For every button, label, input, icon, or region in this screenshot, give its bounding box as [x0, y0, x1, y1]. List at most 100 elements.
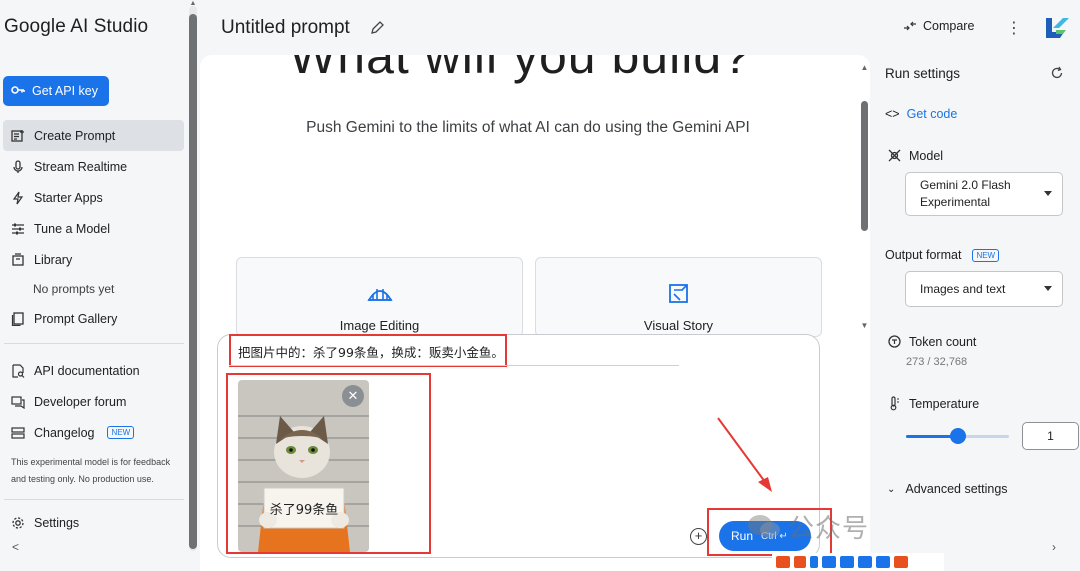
- brand-title: Google AI Studio: [4, 16, 149, 37]
- model-select[interactable]: Gemini 2.0 Flash Experimental: [905, 172, 1063, 216]
- advanced-settings-label: Advanced settings: [905, 482, 1008, 496]
- token-count-value: 273 / 32,768: [906, 356, 968, 368]
- output-format-value: Images and text: [920, 282, 1006, 296]
- sidebar-item-label: API documentation: [34, 363, 140, 378]
- token-count-label: Token count: [887, 334, 976, 349]
- hero-subheading: Push Gemini to the limits of what AI can…: [306, 119, 750, 136]
- collapse-sidebar-button[interactable]: <: [12, 540, 19, 554]
- ime-chinese-icon: [794, 556, 806, 568]
- sidebar-item-tune-model[interactable]: Tune a Model: [3, 213, 184, 244]
- visual-story-icon: [668, 284, 688, 303]
- ime-toolbar: [772, 553, 944, 571]
- sidebar-divider: [4, 343, 184, 344]
- main-scrollbar[interactable]: ▲ ▼: [860, 63, 869, 333]
- sidebar-scrollbar[interactable]: ▲: [189, 0, 197, 551]
- sidebar-item-label: Create Prompt: [34, 128, 116, 143]
- add-media-button[interactable]: +: [690, 528, 707, 545]
- model-label-text: Model: [909, 148, 944, 163]
- token-count-label-text: Token count: [909, 334, 977, 349]
- temperature-label: Temperature: [887, 396, 979, 411]
- prompt-title[interactable]: Untitled prompt: [221, 17, 350, 39]
- temperature-slider-thumb[interactable]: [949, 428, 966, 444]
- new-badge: NEW: [972, 248, 1000, 262]
- app-root: Google AI Studio Get API key Create Prom…: [0, 0, 1080, 571]
- model-name-line1: Gemini 2.0 Flash: [920, 178, 1011, 192]
- collapse-panel-chevron-icon[interactable]: ›: [1052, 540, 1056, 554]
- prompt-underline: [229, 365, 679, 366]
- sidebar-item-developer-forum[interactable]: Developer forum: [3, 386, 184, 417]
- no-prompts-text: No prompts yet: [33, 282, 115, 296]
- hero-heading: What will you build?: [289, 55, 751, 84]
- output-format-select[interactable]: Images and text: [905, 271, 1063, 307]
- model-name-line2: Experimental: [920, 195, 991, 209]
- gallery-icon: [11, 311, 25, 326]
- get-api-key-button[interactable]: Get API key: [3, 76, 109, 106]
- sidebar-item-label: Library: [34, 252, 73, 267]
- ime-apps-icon: [876, 556, 890, 568]
- create-prompt-icon: [11, 129, 25, 143]
- gear-icon: [11, 516, 25, 530]
- ime-logo-icon: [776, 556, 790, 568]
- sidebar-item-api-documentation[interactable]: API documentation: [3, 355, 184, 386]
- more-options-icon[interactable]: ⋮: [1006, 18, 1022, 38]
- thermometer-icon: [890, 396, 899, 411]
- get-code-link[interactable]: <> Get code: [885, 107, 957, 121]
- sidebar-divider: [4, 499, 184, 500]
- sidebar-item-library[interactable]: Library: [3, 244, 184, 275]
- image-editing-icon: [366, 289, 393, 301]
- sidebar-item-stream-realtime[interactable]: Stream Realtime: [3, 151, 184, 182]
- temperature-slider[interactable]: [906, 428, 1009, 444]
- get-code-label: Get code: [906, 107, 958, 121]
- sidebar-item-starter-apps[interactable]: Starter Apps: [3, 182, 184, 213]
- forum-icon: [11, 395, 25, 409]
- library-icon: [11, 252, 25, 267]
- compare-label: Compare: [923, 19, 975, 33]
- run-settings-title: Run settings: [885, 66, 961, 81]
- ime-punct-icon: [810, 556, 818, 568]
- bolt-icon: [11, 191, 25, 205]
- sidebar-scroll-thumb[interactable]: [189, 14, 197, 549]
- chevron-down-icon: ⌄: [887, 483, 896, 495]
- model-label: Model: [887, 148, 943, 163]
- model-icon: [888, 149, 901, 162]
- doc-search-icon: [11, 363, 25, 378]
- card-visual-story[interactable]: Visual Story: [535, 257, 822, 337]
- sidebar-item-label: Tune a Model: [34, 221, 110, 236]
- sidebar-item-label: Settings: [34, 515, 80, 530]
- disclaimer-text: This experimental model is for feedback …: [11, 457, 171, 484]
- scroll-up-arrow-icon[interactable]: ▲: [189, 0, 197, 7]
- model-select-value: Gemini 2.0 Flash Experimental: [920, 177, 1011, 211]
- output-format-label: Output format NEW: [885, 248, 1000, 262]
- chevron-down-icon: [1044, 191, 1052, 196]
- scroll-down-arrow-icon[interactable]: ▼: [860, 321, 869, 330]
- card-label: Image Editing: [339, 318, 420, 333]
- sidebar-item-create-prompt[interactable]: Create Prompt: [3, 120, 184, 151]
- pencil-icon[interactable]: [369, 20, 385, 36]
- chevron-down-icon: [1044, 286, 1052, 291]
- advanced-settings-toggle[interactable]: ⌄ Advanced settings: [887, 482, 1008, 496]
- temperature-input[interactable]: 1: [1022, 422, 1079, 450]
- highlight-box-attached-image: [226, 373, 431, 554]
- sidebar-item-prompt-gallery[interactable]: Prompt Gallery: [3, 303, 184, 334]
- account-logo-icon[interactable]: [1042, 14, 1070, 42]
- compare-button[interactable]: Compare: [903, 19, 974, 33]
- ime-skin-icon: [858, 556, 872, 568]
- ime-mic-icon: [822, 556, 836, 568]
- scroll-up-arrow-icon[interactable]: ▲: [860, 63, 869, 72]
- card-image-editing[interactable]: Image Editing: [236, 257, 523, 337]
- get-api-key-label: Get API key: [32, 84, 99, 98]
- main-scroll-thumb[interactable]: [861, 101, 868, 231]
- output-format-label-text: Output format: [885, 248, 962, 262]
- ime-keyboard-icon: [840, 556, 854, 568]
- token-icon: [888, 335, 901, 348]
- compare-icon: [904, 21, 916, 31]
- highlight-box-prompt-text: [229, 334, 507, 367]
- key-icon: [11, 84, 25, 98]
- sidebar-item-label: Changelog: [34, 425, 95, 440]
- sidebar-item-settings[interactable]: Settings: [3, 507, 184, 538]
- card-label: Visual Story: [643, 318, 714, 333]
- tune-icon: [11, 222, 25, 236]
- code-icon: <>: [885, 107, 900, 121]
- sidebar-item-changelog[interactable]: Changelog NEW: [3, 417, 184, 448]
- reset-icon[interactable]: [1050, 66, 1064, 80]
